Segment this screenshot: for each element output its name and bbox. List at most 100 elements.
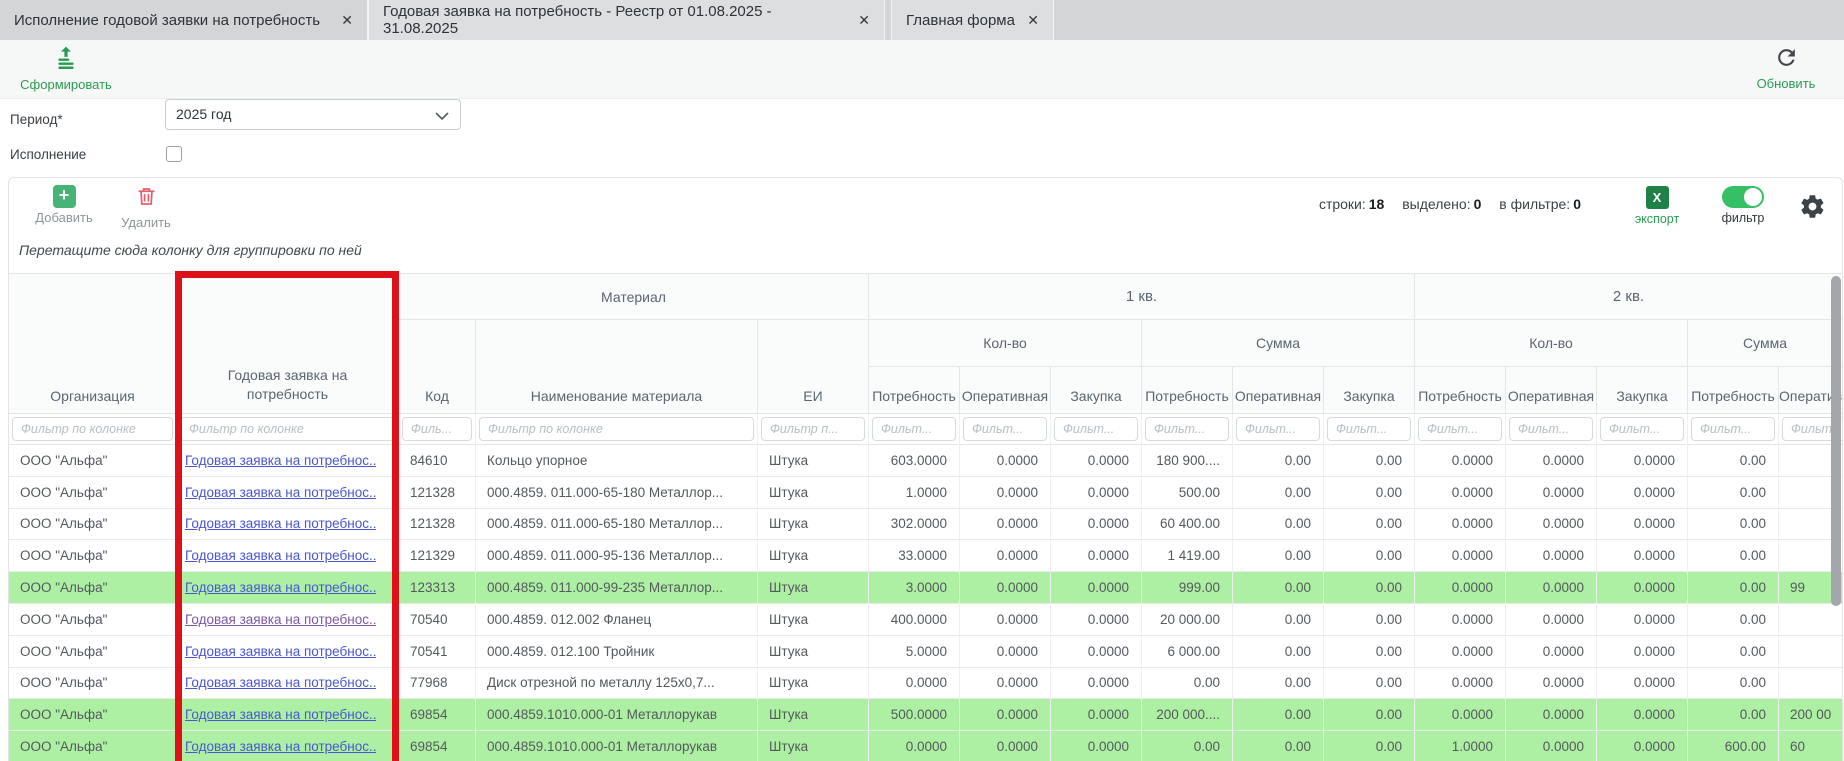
filter-input-value[interactable] xyxy=(1145,417,1229,441)
cell-value[interactable]: 0.0000 xyxy=(869,731,960,761)
annual-request-link[interactable]: Годовая заявка на потребнос.. xyxy=(177,548,376,563)
annual-request-link[interactable]: Годовая заявка на потребнос.. xyxy=(177,644,376,659)
cell-value[interactable]: 0.0000 xyxy=(1051,540,1142,572)
cell-unit[interactable]: Штука xyxy=(758,604,869,636)
annual-request-link[interactable]: Годовая заявка на потребнос.. xyxy=(177,707,376,722)
cell-code[interactable]: 123313 xyxy=(399,572,476,604)
annual-request-link[interactable]: Годовая заявка на потребнос.. xyxy=(177,453,376,468)
cell-value[interactable]: 0.0000 xyxy=(1415,668,1506,700)
tab-annual-request-registry[interactable]: Годовая заявка на потребность - Реестр о… xyxy=(368,0,885,40)
cell-unit[interactable]: Штука xyxy=(758,445,869,477)
cell-value[interactable]: 0.0000 xyxy=(1506,445,1597,477)
cell-value[interactable]: 0.0000 xyxy=(1415,699,1506,731)
cell-value[interactable]: 0.0000 xyxy=(1506,668,1597,700)
cell-value[interactable]: 0.00 xyxy=(1233,445,1324,477)
column-header-operative-qty-q2[interactable]: Оперативная xyxy=(1506,367,1597,414)
annual-request-link[interactable]: Годовая заявка на потребнос.. xyxy=(177,516,376,531)
cell-value[interactable]: 0.0000 xyxy=(1051,572,1142,604)
filter-input-value[interactable] xyxy=(1327,417,1411,441)
filter-input-value[interactable] xyxy=(1600,417,1684,441)
cell-value[interactable]: 3.0000 xyxy=(869,572,960,604)
cell-value[interactable]: 0.0000 xyxy=(960,668,1051,700)
cell-value[interactable]: 0.00 xyxy=(1233,699,1324,731)
cell-value[interactable]: 0.00 xyxy=(1233,604,1324,636)
cell-value[interactable]: 0.0000 xyxy=(1051,699,1142,731)
annual-request-link[interactable]: Годовая заявка на потребнос.. xyxy=(177,739,376,754)
cell-value[interactable]: 0.0000 xyxy=(1415,477,1506,509)
column-header-annual-request[interactable]: Годовая заявка на потребность xyxy=(177,274,399,414)
cell-value[interactable]: 0.0000 xyxy=(960,572,1051,604)
cell-value[interactable]: 0.0000 xyxy=(1415,445,1506,477)
cell-value[interactable]: 0.0000 xyxy=(1506,509,1597,541)
cell-value[interactable]: 1.0000 xyxy=(1415,731,1506,761)
delete-button[interactable]: Удалить xyxy=(113,185,179,230)
cell-organization[interactable]: ООО "Альфа" xyxy=(9,477,177,509)
cell-value[interactable]: 0.00 xyxy=(1324,477,1415,509)
toggle-on-icon[interactable] xyxy=(1722,186,1764,208)
filter-input-code[interactable] xyxy=(402,417,472,441)
generate-button[interactable]: Сформировать xyxy=(20,45,112,92)
cell-value[interactable]: 999.00 xyxy=(1142,572,1233,604)
cell-material-name[interactable]: 000.4859.1010.000-01 Металлорукав xyxy=(476,699,758,731)
filter-input-value[interactable] xyxy=(1509,417,1593,441)
cell-unit[interactable]: Штука xyxy=(758,699,869,731)
cell-value[interactable]: 0.00 xyxy=(1233,572,1324,604)
cell-value[interactable]: 0.00 xyxy=(1688,540,1779,572)
cell-value[interactable]: 0.0000 xyxy=(960,509,1051,541)
cell-value[interactable] xyxy=(1779,668,1842,700)
filter-input-value[interactable] xyxy=(1418,417,1502,441)
column-header-need-sum-q1[interactable]: Потребность xyxy=(1142,367,1233,414)
annual-request-link[interactable]: Годовая заявка на потребнос.. xyxy=(177,485,376,500)
column-header-purchase-sum-q1[interactable]: Закупка xyxy=(1324,367,1415,414)
execution-checkbox[interactable] xyxy=(166,146,182,162)
cell-value[interactable]: 0.0000 xyxy=(1597,731,1688,761)
cell-organization[interactable]: ООО "Альфа" xyxy=(9,445,177,477)
column-header-need-sum-q2[interactable]: Потребность xyxy=(1688,367,1779,414)
cell-value[interactable]: 20 000.00 xyxy=(1142,604,1233,636)
cell-value[interactable]: 0.0000 xyxy=(1051,668,1142,700)
cell-value[interactable]: 400.0000 xyxy=(869,604,960,636)
cell-unit[interactable]: Штука xyxy=(758,731,869,761)
cell-value[interactable]: 0.0000 xyxy=(960,604,1051,636)
cell-organization[interactable]: ООО "Альфа" xyxy=(9,572,177,604)
cell-value[interactable]: 0.00 xyxy=(1324,636,1415,668)
cell-value[interactable]: 0.0000 xyxy=(960,731,1051,761)
column-header-code[interactable]: Код xyxy=(399,320,476,414)
cell-material-name[interactable]: 000.4859. 011.000-65-180 Металлор... xyxy=(476,509,758,541)
cell-value[interactable]: 0.0000 xyxy=(1051,509,1142,541)
cell-unit[interactable]: Штука xyxy=(758,540,869,572)
cell-value[interactable]: 0.00 xyxy=(1233,668,1324,700)
cell-value[interactable]: 0.00 xyxy=(1324,509,1415,541)
cell-value[interactable]: 0.00 xyxy=(1688,604,1779,636)
cell-material-name[interactable]: Кольцо упорное xyxy=(476,445,758,477)
cell-value[interactable]: 0.0000 xyxy=(1597,540,1688,572)
cell-unit[interactable]: Штука xyxy=(758,668,869,700)
cell-value[interactable]: 0.0000 xyxy=(960,477,1051,509)
cell-value[interactable]: 0.0000 xyxy=(1415,636,1506,668)
period-select[interactable]: 2025 год xyxy=(165,99,461,130)
cell-value[interactable]: 0.0000 xyxy=(960,699,1051,731)
cell-code[interactable]: 69854 xyxy=(399,731,476,761)
cell-code[interactable]: 70541 xyxy=(399,636,476,668)
cell-unit[interactable]: Штука xyxy=(758,509,869,541)
cell-value[interactable]: 0.00 xyxy=(1324,604,1415,636)
cell-code[interactable]: 121328 xyxy=(399,509,476,541)
cell-value[interactable]: 1 419.00 xyxy=(1142,540,1233,572)
filter-input-annual-request[interactable] xyxy=(180,417,395,441)
annual-request-link[interactable]: Годовая заявка на потребнос.. xyxy=(177,612,376,627)
cell-value[interactable]: 0.0000 xyxy=(1597,509,1688,541)
column-header-organization[interactable]: Организация xyxy=(9,274,177,414)
cell-material-name[interactable]: 000.4859. 011.000-65-180 Металлор... xyxy=(476,477,758,509)
cell-organization[interactable]: ООО "Альфа" xyxy=(9,668,177,700)
cell-value[interactable]: 0.0000 xyxy=(1597,604,1688,636)
cell-value[interactable]: 0.00 xyxy=(1324,572,1415,604)
cell-material-name[interactable]: 000.4859. 012.002 Фланец xyxy=(476,604,758,636)
cell-value[interactable]: 302.0000 xyxy=(869,509,960,541)
cell-value[interactable]: 0.00 xyxy=(1688,668,1779,700)
export-button[interactable]: X экспорт xyxy=(1629,186,1685,226)
filter-input-value[interactable] xyxy=(1691,417,1775,441)
cell-unit[interactable]: Штука xyxy=(758,636,869,668)
column-header-need-qty-q2[interactable]: Потребность xyxy=(1415,367,1506,414)
cell-value[interactable]: 0.00 xyxy=(1142,668,1233,700)
cell-value[interactable]: 0.0000 xyxy=(1051,731,1142,761)
